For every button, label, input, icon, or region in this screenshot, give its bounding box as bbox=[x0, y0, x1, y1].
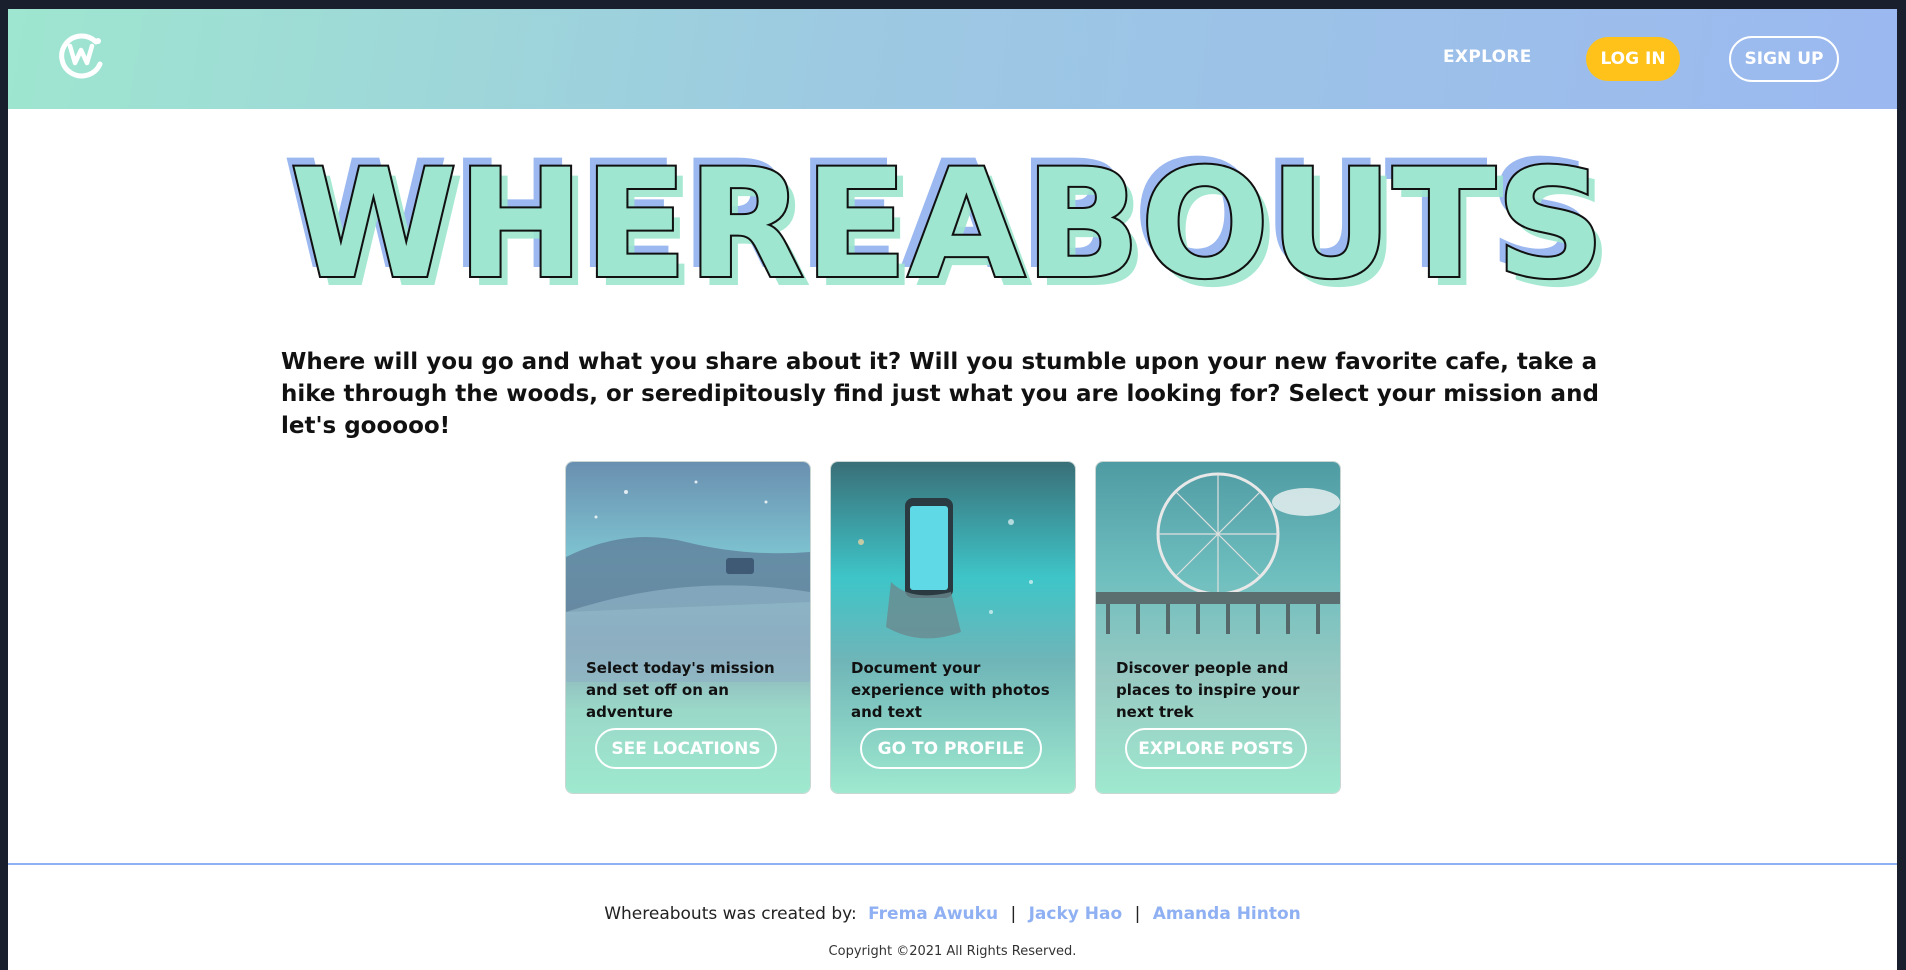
card-description: Select today's mission and set off on an… bbox=[586, 659, 775, 721]
footer-divider bbox=[8, 863, 1897, 865]
author-link-jacky-hao[interactable]: Jacky Hao bbox=[1029, 904, 1123, 924]
card-explore-posts: Discover people and places to inspire yo… bbox=[1095, 461, 1341, 794]
hero-title-text: WHEREABOUTS bbox=[290, 143, 1605, 312]
credits-prefix: Whereabouts was created by: bbox=[604, 904, 857, 924]
card-go-to-profile: Document your experience with photos and… bbox=[830, 461, 1076, 794]
footer-credits: Whereabouts was created by: Frema Awuku … bbox=[8, 904, 1897, 924]
signup-button[interactable]: SIGN UP bbox=[1729, 36, 1839, 82]
card-see-locations: Select today's mission and set off on an… bbox=[565, 461, 811, 794]
author-separator: | bbox=[1010, 904, 1017, 924]
hero-title: WHEREABOUTS WHEREABOUTS WHEREABOUTS bbox=[278, 143, 1638, 313]
navbar: EXPLORE LOG IN SIGN UP bbox=[8, 9, 1897, 109]
card-description: Document your experience with photos and… bbox=[851, 659, 1050, 721]
card-description: Discover people and places to inspire yo… bbox=[1116, 659, 1300, 721]
app-window: EXPLORE LOG IN SIGN UP WHEREABOUTS WHERE… bbox=[8, 9, 1897, 970]
intro-paragraph: Where will you go and what you share abo… bbox=[281, 349, 1599, 439]
author-link-frema-awuku[interactable]: Frema Awuku bbox=[868, 904, 998, 924]
login-button[interactable]: LOG IN bbox=[1586, 37, 1680, 81]
author-link-amanda-hinton[interactable]: Amanda Hinton bbox=[1153, 904, 1301, 924]
explore-posts-button[interactable]: EXPLORE POSTS bbox=[1125, 728, 1307, 769]
go-to-profile-button[interactable]: GO TO PROFILE bbox=[860, 728, 1042, 769]
copyright-text: Copyright ©2021 All Rights Reserved. bbox=[828, 944, 1077, 959]
nav-explore-link[interactable]: EXPLORE bbox=[1443, 47, 1532, 67]
see-locations-button[interactable]: SEE LOCATIONS bbox=[595, 728, 777, 769]
author-separator: | bbox=[1134, 904, 1141, 924]
whereabouts-logo-icon[interactable] bbox=[56, 30, 106, 80]
